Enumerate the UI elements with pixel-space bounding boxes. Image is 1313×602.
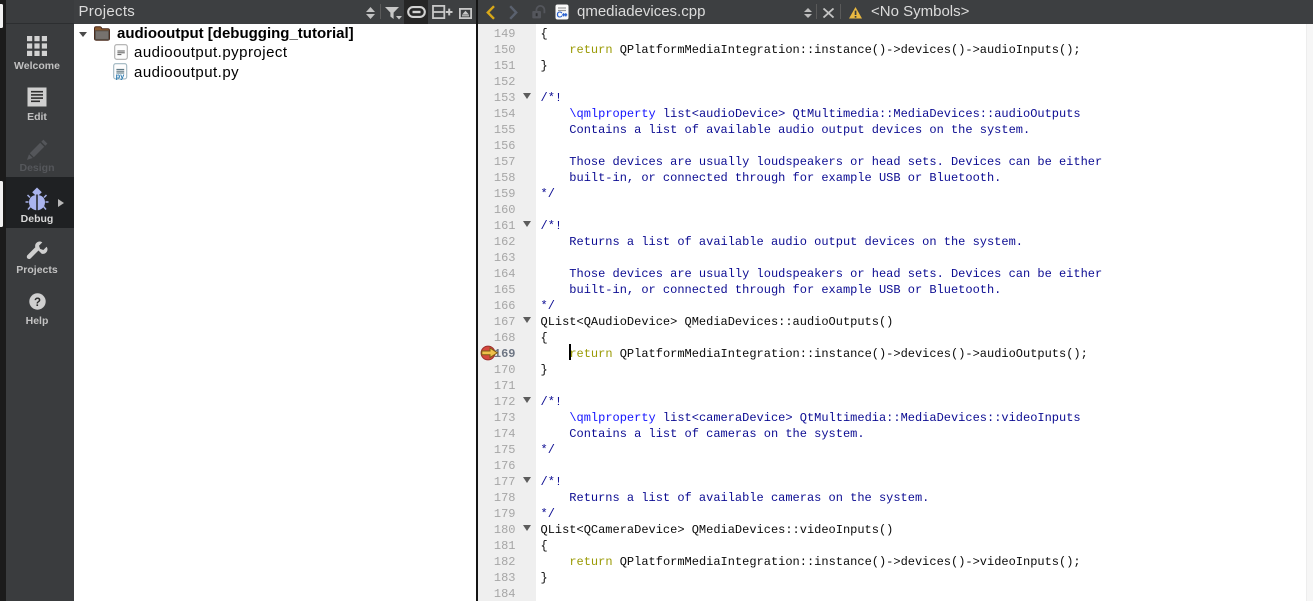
svg-text:py: py bbox=[116, 71, 126, 80]
svg-text:?: ? bbox=[33, 297, 40, 309]
svg-text:C: C bbox=[556, 9, 562, 19]
